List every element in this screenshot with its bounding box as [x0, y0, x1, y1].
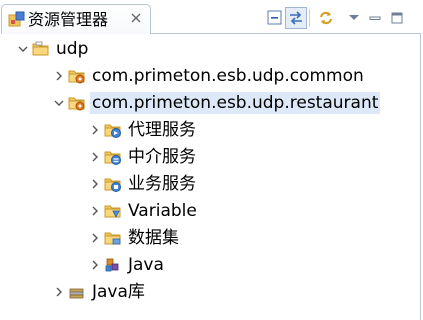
chevron-right-icon[interactable] — [88, 150, 102, 164]
chevron-down-icon[interactable] — [52, 96, 66, 110]
module-icon — [68, 97, 85, 111]
header-divider — [150, 33, 421, 34]
tree-node[interactable]: 数据集 — [0, 225, 420, 252]
tree-node-label: Java — [128, 255, 164, 275]
tree-node[interactable]: com.primeton.esb.udp.common — [0, 63, 420, 90]
tree-node[interactable]: udp — [0, 36, 420, 63]
tree-node[interactable]: Java — [0, 252, 420, 279]
java-icon — [105, 258, 119, 272]
tree-node-label: 业务服务 — [128, 174, 196, 194]
view-title: 资源管理器 — [28, 10, 109, 29]
view-menu-icon[interactable] — [343, 7, 365, 29]
chevron-right-icon[interactable] — [88, 204, 102, 218]
chevron-right-icon[interactable] — [88, 258, 102, 272]
sync-icon[interactable] — [315, 7, 337, 29]
module-icon — [68, 70, 85, 84]
chevron-right-icon[interactable] — [88, 123, 102, 137]
tree-node-label: 代理服务 — [128, 120, 196, 140]
chevron-right-icon[interactable] — [52, 69, 66, 83]
view-header: 资源管理器 — [0, 0, 421, 34]
tree-node-label: 中介服务 — [128, 147, 196, 167]
mediation-service-folder-icon — [104, 151, 121, 165]
close-icon[interactable] — [129, 11, 143, 25]
chevron-right-icon[interactable] — [88, 177, 102, 191]
dataset-folder-icon — [104, 232, 121, 245]
chevron-right-icon[interactable] — [52, 285, 66, 299]
explorer-view-icon — [8, 11, 25, 27]
minimize-icon[interactable] — [364, 7, 386, 29]
tree-node[interactable]: 中介服务 — [0, 144, 420, 171]
explorer-tab[interactable]: 资源管理器 — [1, 4, 151, 34]
tree-node[interactable]: 业务服务 — [0, 171, 420, 198]
tree-node[interactable]: Java库 — [0, 279, 420, 306]
tree-node[interactable]: com.primeton.esb.udp.restaurant — [0, 90, 420, 117]
proxy-service-folder-icon — [104, 124, 121, 138]
java-library-icon — [69, 288, 84, 299]
explorer-panel: 资源管理器 udp com.primeton.esb.udp.common co… — [0, 0, 421, 320]
chevron-down-icon[interactable] — [16, 42, 30, 56]
chevron-right-icon[interactable] — [88, 231, 102, 245]
tree-node-label: com.primeton.esb.udp.common — [92, 66, 364, 86]
tree-node[interactable]: Variable — [0, 198, 420, 225]
tree-node-label: Java库 — [92, 282, 145, 302]
maximize-icon[interactable] — [386, 7, 408, 29]
link-with-editor-icon[interactable] — [285, 7, 307, 29]
tree-node-label: 数据集 — [128, 228, 179, 248]
collapse-all-icon[interactable] — [264, 7, 286, 29]
tree-node-label: udp — [56, 39, 89, 59]
tree-node-label: Variable — [128, 201, 197, 221]
tree-node-label: com.primeton.esb.udp.restaurant — [90, 92, 381, 114]
toolbar-separator — [309, 9, 310, 27]
business-service-folder-icon — [104, 178, 121, 192]
tree-node[interactable]: 代理服务 — [0, 117, 420, 144]
project-folder-icon — [32, 41, 49, 56]
variable-folder-icon — [104, 205, 121, 218]
